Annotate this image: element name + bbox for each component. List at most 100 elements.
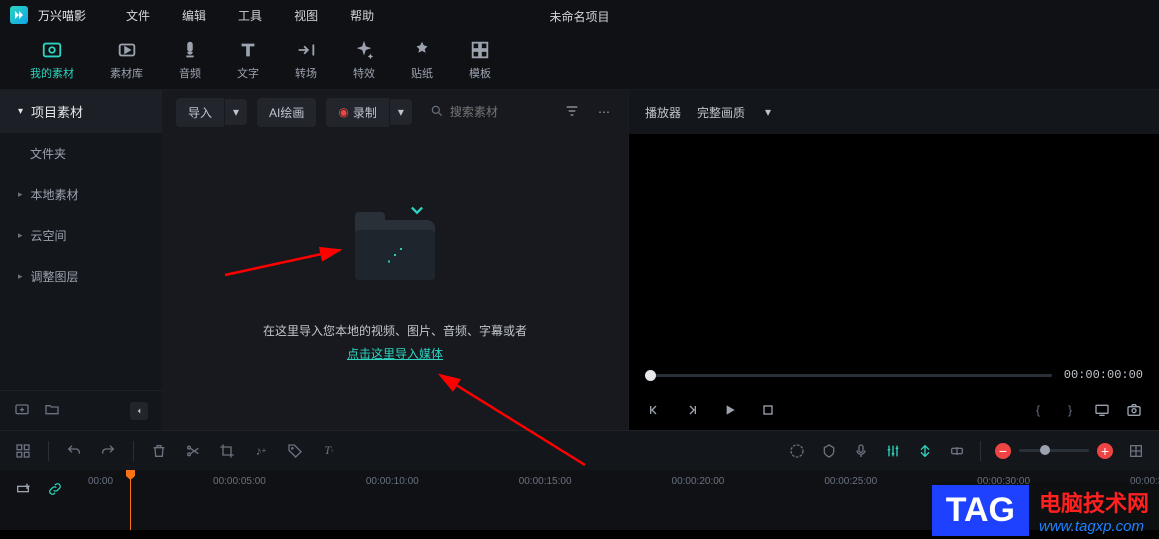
tab-stickers[interactable]: 贴纸 [411, 39, 433, 81]
tab-media-lib[interactable]: 素材库 [110, 39, 143, 81]
quality-label: 完整画质 [697, 104, 745, 121]
tab-effects[interactable]: 特效 [353, 39, 375, 81]
watermark-cn: 电脑技术网 [1039, 486, 1149, 518]
chevron-down-icon: ▾ [233, 105, 239, 119]
zoom-track[interactable] [1019, 449, 1089, 452]
sidebar-header-project-media[interactable]: ▾ 项目素材 [0, 90, 162, 133]
mark-out-button[interactable]: } [1061, 401, 1079, 419]
zoom-handle[interactable] [1040, 445, 1050, 455]
tab-label: 文字 [237, 65, 259, 81]
import-dropdown-button[interactable]: ▾ [225, 99, 247, 125]
redo-button[interactable] [99, 442, 117, 460]
preview-controls: { } [629, 390, 1159, 430]
timecode: 00:00:00:00 [1064, 368, 1143, 382]
menu-file[interactable]: 文件 [126, 7, 150, 24]
sidebar-item-cloud[interactable]: ▸ 云空间 [0, 215, 162, 256]
zoom-out-button[interactable]: − [995, 443, 1011, 459]
tab-transition[interactable]: 转场 [295, 39, 317, 81]
tab-label: 模板 [469, 65, 491, 81]
text-tool-button[interactable]: T◦ [320, 442, 338, 460]
sidebar-item-label: 文件夹 [30, 145, 66, 162]
new-folder-icon[interactable] [14, 401, 30, 420]
link-button[interactable] [948, 442, 966, 460]
split-button[interactable] [184, 442, 202, 460]
brand-name: 万兴喵影 [38, 7, 86, 24]
sidebar: ▾ 项目素材 文件夹 ▸ 本地素材 ▸ 云空间 ▸ 调整图层 [0, 90, 162, 430]
time-mark: 00:00:05:00 [213, 476, 266, 487]
timeline-track-header [0, 470, 78, 530]
app-logo-icon [10, 6, 28, 24]
ai-draw-label: AI绘画 [269, 104, 304, 121]
menu-edit[interactable]: 编辑 [182, 7, 206, 24]
preview-header: 播放器 完整画质 ▾ [629, 90, 1159, 134]
search-box [422, 104, 550, 121]
menu-help[interactable]: 帮助 [350, 7, 374, 24]
time-mark: 00:00 [88, 476, 113, 487]
undo-button[interactable] [65, 442, 83, 460]
marker-button[interactable] [820, 442, 838, 460]
playhead[interactable] [130, 470, 131, 530]
caret-right-icon: ▸ [18, 271, 23, 282]
collapse-sidebar-button[interactable] [130, 402, 148, 420]
display-icon[interactable] [1093, 401, 1111, 419]
next-frame-button[interactable] [683, 401, 701, 419]
tab-templates[interactable]: 模板 [469, 39, 491, 81]
import-hint-text: 在这里导入您本地的视频、图片、音频、字幕或者 [263, 322, 527, 339]
tab-label: 特效 [353, 65, 375, 81]
prev-frame-button[interactable] [645, 401, 663, 419]
sidebar-item-local[interactable]: ▸ 本地素材 [0, 174, 162, 215]
sidebar-item-adjust[interactable]: ▸ 调整图层 [0, 256, 162, 297]
search-input[interactable] [450, 105, 530, 119]
menu-items: 文件 编辑 工具 视图 帮助 [126, 7, 374, 24]
preview-canvas[interactable] [629, 134, 1159, 360]
tab-audio[interactable]: 音频 [179, 39, 201, 81]
menu-view[interactable]: 视图 [294, 7, 318, 24]
track-link-icon[interactable] [46, 480, 64, 498]
watermark-tag: TAG [932, 485, 1029, 536]
crop-button[interactable] [218, 442, 236, 460]
timeline-toolbar: ♪+ T◦ − + [0, 430, 1159, 470]
record-button[interactable]: ◉ 录制 [326, 98, 389, 127]
play-button[interactable] [721, 401, 739, 419]
time-mark: 00:00:20:00 [672, 476, 725, 487]
audio-detach-button[interactable]: ♪+ [252, 442, 270, 460]
more-icon[interactable]: ⋯ [594, 101, 614, 123]
main-area: ▾ 项目素材 文件夹 ▸ 本地素材 ▸ 云空间 ▸ 调整图层 导入 ▾ [0, 90, 1159, 430]
menu-tools[interactable]: 工具 [238, 7, 262, 24]
scrub-track[interactable] [645, 374, 1052, 377]
stop-button[interactable] [759, 401, 777, 419]
sidebar-item-folder[interactable]: 文件夹 [0, 133, 162, 174]
delete-button[interactable] [150, 442, 168, 460]
text-icon [237, 39, 259, 61]
snap-button[interactable] [916, 442, 934, 460]
content-toolbar: 导入 ▾ AI绘画 ◉ 录制 ▾ ⋯ [162, 90, 628, 134]
mixer-button[interactable] [884, 442, 902, 460]
tab-my-media[interactable]: 我的素材 [30, 39, 74, 81]
snapshot-button[interactable] [1125, 401, 1143, 419]
mark-in-button[interactable]: { [1029, 401, 1047, 419]
tab-label: 我的素材 [30, 65, 74, 81]
import-drop-area[interactable]: ⋰ 在这里导入您本地的视频、图片、音频、字幕或者 点击这里导入媒体 [162, 134, 628, 430]
stickers-icon [411, 39, 433, 61]
ai-draw-button[interactable]: AI绘画 [257, 98, 316, 127]
tab-text[interactable]: 文字 [237, 39, 259, 81]
scrub-handle[interactable] [645, 370, 656, 381]
filter-icon[interactable] [560, 99, 584, 126]
import-link[interactable]: 点击这里导入媒体 [347, 345, 443, 362]
watermark-url: www.tagxp.com [1039, 518, 1149, 535]
track-add-icon[interactable] [14, 480, 32, 498]
zoom-in-button[interactable]: + [1097, 443, 1113, 459]
layout-icon[interactable] [14, 442, 32, 460]
player-label: 播放器 [645, 104, 681, 121]
quality-select[interactable]: 完整画质 ▾ [697, 104, 771, 121]
voiceover-button[interactable] [852, 442, 870, 460]
record-dropdown-button[interactable]: ▾ [390, 99, 412, 125]
tag-button[interactable] [286, 442, 304, 460]
sidebar-item-label: 云空间 [31, 227, 67, 244]
import-label: 导入 [188, 104, 212, 121]
zoom-fit-button[interactable] [1127, 442, 1145, 460]
import-button[interactable]: 导入 [176, 98, 224, 127]
time-mark: 00:00:15:00 [519, 476, 572, 487]
folder-icon[interactable] [44, 401, 60, 420]
render-button[interactable] [788, 442, 806, 460]
